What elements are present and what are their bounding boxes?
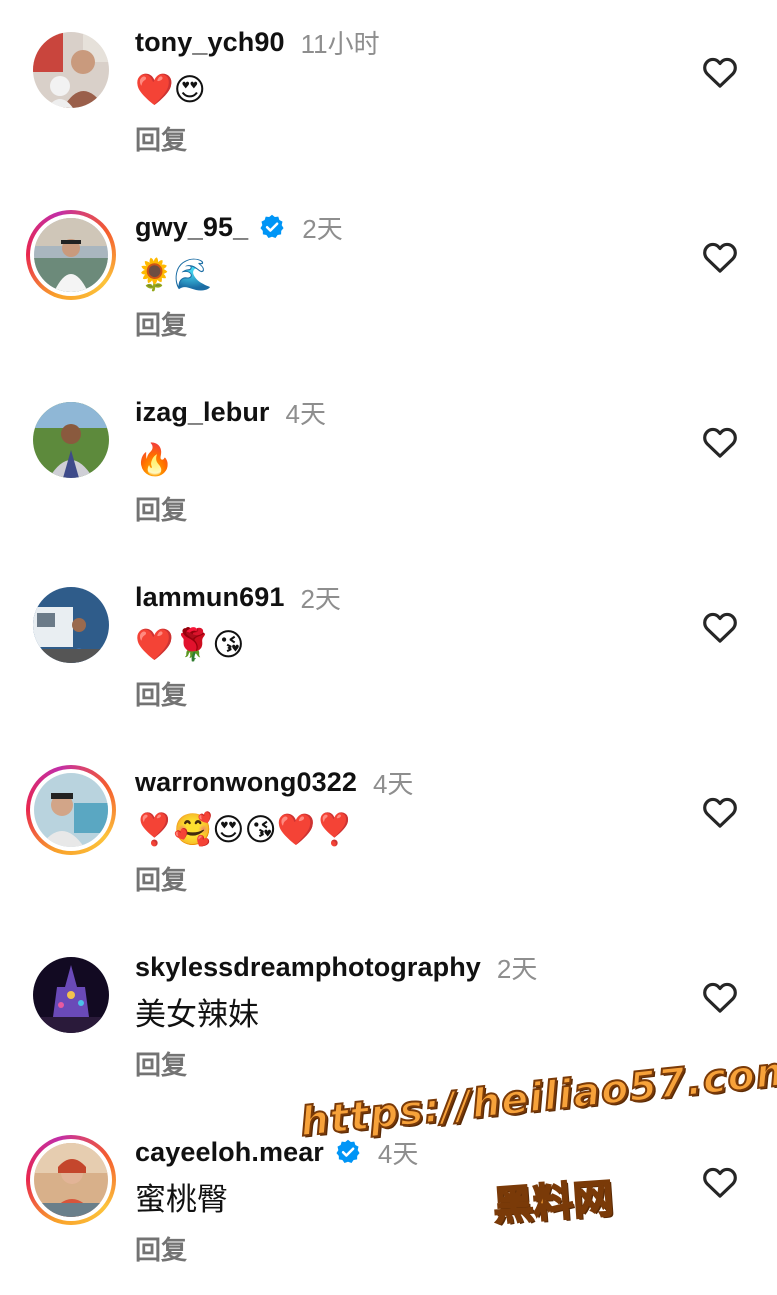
avatar[interactable] <box>26 25 116 115</box>
heart-outline-icon[interactable] <box>700 792 740 832</box>
comment-item: tony_ych90 11小时 ❤️😍 回复 <box>0 0 777 185</box>
comment-item: izag_lebur 4天 🔥 回复 <box>0 370 777 555</box>
comment-text: ❣️🥰😍😘❤️❣️ <box>135 812 355 848</box>
avatar-story-ring[interactable] <box>26 1135 116 1225</box>
avatar-image <box>33 957 109 1033</box>
reply-button[interactable]: 回复 <box>135 675 187 712</box>
comment-text: 🌻🌊 <box>135 257 213 293</box>
verified-badge-icon <box>336 1139 360 1163</box>
reply-button[interactable]: 回复 <box>135 1230 187 1267</box>
comment-time: 2天 <box>496 953 538 984</box>
comment-text: 蜜桃臀 <box>135 1182 228 1218</box>
heart-outline-icon[interactable] <box>700 977 740 1017</box>
username[interactable]: cayeeloh.mear <box>135 1137 324 1168</box>
comment-header: warronwong0322 4天 <box>135 762 413 802</box>
username[interactable]: warronwong0322 <box>135 767 357 798</box>
comment-item: skylessdreamphotography 2天 美女辣妹 回复 <box>0 925 777 1110</box>
avatar-story-ring[interactable] <box>26 210 116 300</box>
username[interactable]: gwy_95_ <box>135 212 248 243</box>
comment-header: cayeeloh.mear 4天 <box>135 1132 418 1172</box>
comment-time: 2天 <box>302 213 343 244</box>
comment-header: gwy_95_ 2天 <box>135 207 343 247</box>
username[interactable]: izag_lebur <box>135 397 270 428</box>
reply-button[interactable]: 回复 <box>135 1045 187 1082</box>
reply-button[interactable]: 回复 <box>135 860 187 897</box>
username[interactable]: tony_ych90 <box>135 27 285 58</box>
reply-button[interactable]: 回复 <box>135 490 187 527</box>
reply-button[interactable]: 回复 <box>135 120 187 157</box>
comment-item: warronwong0322 4天 ❣️🥰😍😘❤️❣️ 回复 <box>0 740 777 925</box>
avatar-story-ring[interactable] <box>26 765 116 855</box>
username[interactable]: lammun691 <box>135 582 284 613</box>
username[interactable]: skylessdreamphotography <box>135 952 481 983</box>
avatar-ring-gap <box>30 1139 112 1221</box>
avatar[interactable] <box>26 580 116 670</box>
avatar-image <box>33 402 109 478</box>
avatar-image <box>34 218 108 292</box>
avatar[interactable] <box>26 395 116 485</box>
comment-time: 4天 <box>285 398 327 429</box>
heart-outline-icon[interactable] <box>700 52 740 92</box>
heart-outline-icon[interactable] <box>700 607 740 647</box>
comment-item: lammun691 2天 ❤️🌹😘 回复 <box>0 555 777 740</box>
verified-badge-icon <box>260 214 284 238</box>
avatar-image <box>33 587 109 663</box>
avatar[interactable] <box>26 950 116 1040</box>
avatar-image <box>34 1143 108 1217</box>
comment-time: 2天 <box>300 583 341 614</box>
comment-text: 美女辣妹 <box>135 997 259 1033</box>
comment-header: lammun691 2天 <box>135 577 341 617</box>
comment-header: izag_lebur 4天 <box>135 392 326 432</box>
heart-outline-icon[interactable] <box>700 1162 740 1202</box>
avatar-ring-gap <box>30 214 112 296</box>
reply-button[interactable]: 回复 <box>135 305 187 342</box>
comment-header: skylessdreamphotography 2天 <box>135 947 537 987</box>
heart-outline-icon[interactable] <box>700 422 740 462</box>
comment-item: cayeeloh.mear 4天 蜜桃臀 回复 <box>0 1110 777 1295</box>
avatar-image <box>33 32 109 108</box>
comment-text: ❤️🌹😘 <box>135 627 245 663</box>
heart-outline-icon[interactable] <box>700 237 740 277</box>
avatar-image <box>34 773 108 847</box>
comment-time: 11小时 <box>300 28 380 59</box>
comment-time: 4天 <box>372 768 414 799</box>
comment-item: gwy_95_ 2天 🌻🌊 回复 <box>0 185 777 370</box>
comment-header: tony_ych90 11小时 <box>135 22 380 62</box>
comment-time: 4天 <box>377 1138 419 1169</box>
avatar-ring-gap <box>30 769 112 851</box>
comment-text: ❤️😍 <box>135 72 206 108</box>
comment-text: 🔥 <box>135 442 174 478</box>
